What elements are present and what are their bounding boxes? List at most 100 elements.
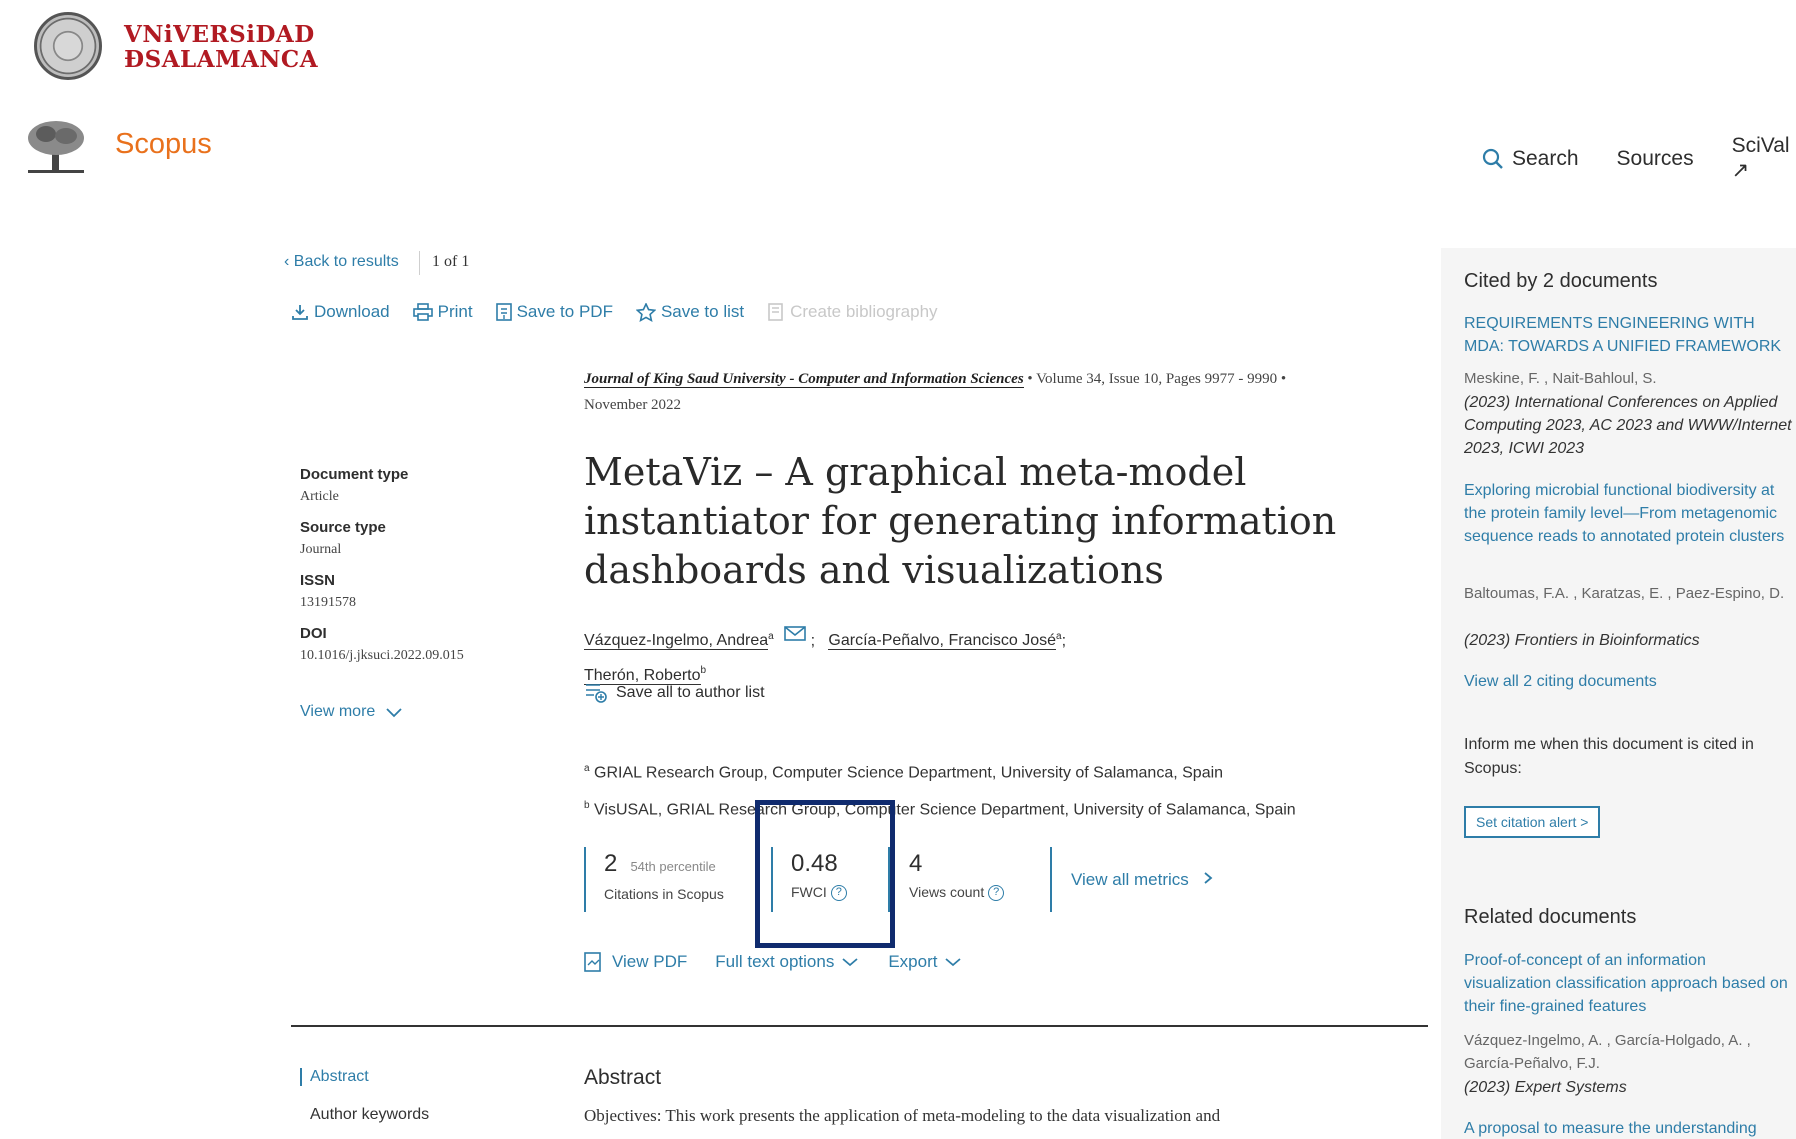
affiliation-item: b VisUSAL, GRIAL Research Group, Compute… [584, 789, 1296, 826]
chevron-down-icon [945, 958, 962, 967]
scopus-logo[interactable]: Scopus [115, 128, 212, 161]
star-icon [635, 302, 656, 322]
help-icon[interactable]: ? [988, 885, 1005, 902]
top-navigation: Search Sources SciVal ↗ [1482, 134, 1796, 183]
nav-search-label: Search [1512, 146, 1579, 170]
citations-percentile: 54th percentile [630, 859, 716, 874]
journal-date: November 2022 [584, 397, 682, 413]
view-pdf-label: View PDF [612, 952, 688, 971]
affiliations: a GRIAL Research Group, Computer Science… [584, 752, 1296, 827]
email-icon[interactable] [784, 626, 806, 641]
full-text-options-dropdown[interactable]: Full text options [715, 952, 860, 972]
export-label: Export [888, 952, 938, 971]
bullet-separator: • [1280, 371, 1287, 387]
author-affiliation-marker: b [700, 665, 707, 677]
search-icon [1482, 148, 1503, 169]
pdf-icon [495, 303, 512, 321]
cited-by-heading: Cited by 2 documents [1464, 270, 1658, 292]
add-list-icon [586, 684, 607, 703]
abstract-heading: Abstract [584, 1066, 662, 1089]
nav-abstract[interactable]: Abstract [300, 1068, 429, 1086]
author-separator: ; [810, 632, 824, 650]
view-all-metrics-label: View all metrics [1071, 870, 1189, 889]
page-indicator: 1 of 1 [432, 253, 470, 270]
related-documents-heading: Related documents [1464, 906, 1637, 928]
journal-info: Journal of King Saud University - Comput… [584, 366, 1384, 418]
pdf-icon [584, 952, 601, 972]
save-to-pdf-button[interactable]: Save to PDF [495, 302, 613, 322]
view-more-button[interactable]: View more [300, 703, 405, 721]
document-toolbar: Download Print Save to PDF Save to list … [291, 302, 961, 322]
issn-label: ISSN [300, 572, 336, 589]
section-navigation: Abstract Author keywords [300, 1068, 429, 1124]
back-to-results-label: Back to results [293, 253, 399, 270]
related-document-link[interactable]: Proof-of-concept of an information visua… [1464, 949, 1794, 1018]
metric-divider [584, 847, 586, 912]
doi-value: 10.1016/j.jksuci.2022.09.015 [300, 648, 464, 663]
citing-document-link[interactable]: Exploring microbial functional biodivers… [1464, 479, 1794, 548]
toolbar-separator [419, 251, 420, 275]
chevron-down-icon [842, 958, 858, 967]
print-button[interactable]: Print [412, 302, 473, 322]
document-metadata: Document type Article Source type Journa… [300, 464, 464, 678]
elsevier-tree-logo [28, 121, 84, 173]
university-name: VNiVERSiDAD ÐSALAMANCA [124, 22, 318, 72]
download-label: Download [314, 302, 390, 321]
create-bibliography-button[interactable]: Create bibliography [767, 302, 938, 322]
citing-document-authors: Baltoumas, F.A. , Karatzas, E. , Paez-Es… [1464, 585, 1785, 602]
save-to-pdf-label: Save to PDF [516, 302, 613, 321]
view-all-citing-documents-link[interactable]: View all 2 citing documents [1464, 670, 1794, 693]
author-link[interactable]: García-Peñalvo, Francisco José [828, 632, 1057, 651]
print-label: Print [437, 302, 473, 321]
nav-scival-label: SciVal ↗ [1731, 134, 1790, 182]
fwci-highlight-box [755, 800, 895, 948]
university-name-line2: ÐSALAMANCA [124, 46, 319, 73]
views-metric[interactable]: 4 Views count? [909, 850, 1005, 902]
document-type-label: Document type [300, 466, 409, 483]
views-count: 4 [909, 850, 923, 877]
citing-document-source: (2023) Frontiers in Bioinformatics [1464, 632, 1700, 649]
source-type-value: Journal [300, 542, 342, 557]
download-button[interactable]: Download [291, 302, 390, 322]
save-to-list-label: Save to list [660, 302, 745, 321]
save-all-to-author-list-button[interactable]: Save all to author list [584, 682, 765, 704]
related-document-link[interactable]: A proposal to measure the understanding [1464, 1117, 1794, 1139]
chevron-right-icon [1203, 872, 1212, 884]
nav-sources[interactable]: Sources [1617, 147, 1694, 171]
journal-name-link[interactable]: Journal of King Saud University - Comput… [584, 371, 1024, 388]
view-pdf-button[interactable]: View PDF [584, 952, 687, 972]
affiliation-text: VisUSAL, GRIAL Research Group, Computer … [594, 801, 1296, 819]
save-to-list-button[interactable]: Save to list [635, 302, 745, 322]
bibliography-icon [768, 303, 783, 321]
view-all-metrics-link[interactable]: View all metrics [1071, 870, 1214, 890]
source-type-label: Source type [300, 519, 386, 536]
author-separator: ; [1061, 632, 1067, 650]
author-list: Vázquez-Ingelmo, Andreaa ; García-Peñalv… [584, 622, 1284, 691]
document-type-value: Article [300, 489, 339, 504]
create-bibliography-label: Create bibliography [790, 302, 938, 321]
download-icon [292, 305, 308, 320]
chevron-down-icon [386, 708, 402, 718]
back-to-results-link[interactable]: ‹ Back to results [284, 253, 399, 271]
full-text-actions: View PDF Full text options Export [584, 952, 991, 972]
set-citation-alert-button[interactable]: Set citation alert > [1464, 806, 1601, 838]
university-name-line1: VNiVERSiDAD [124, 21, 315, 48]
doi-label: DOI [300, 625, 327, 642]
nav-search[interactable]: Search [1482, 147, 1579, 171]
views-label: Views count [909, 884, 985, 900]
affiliation-item: a GRIAL Research Group, Computer Science… [584, 752, 1296, 789]
nav-scival[interactable]: SciVal ↗ [1732, 134, 1790, 183]
citing-document-link[interactable]: REQUIREMENTS ENGINEERING WITH MDA: TOWAR… [1464, 312, 1794, 358]
save-all-to-author-list-label: Save all to author list [616, 684, 765, 701]
citations-metric[interactable]: 2 54th percentile Citations in Scopus [604, 850, 724, 902]
views-label-row: Views count? [909, 884, 1005, 902]
export-dropdown[interactable]: Export [888, 952, 963, 972]
university-seal-logo [34, 12, 102, 80]
author-link[interactable]: Vázquez-Ingelmo, Andrea [584, 632, 769, 651]
nav-author-keywords[interactable]: Author keywords [300, 1106, 429, 1124]
metric-divider [1050, 847, 1052, 912]
section-divider [291, 1025, 1428, 1027]
related-document-authors: Vázquez-Ingelmo, A. , García-Holgado, A.… [1464, 1032, 1751, 1072]
related-document-source: (2023) Expert Systems [1464, 1079, 1627, 1096]
citing-document-authors: Meskine, F. , Nait-Bahloul, S. [1464, 370, 1657, 387]
